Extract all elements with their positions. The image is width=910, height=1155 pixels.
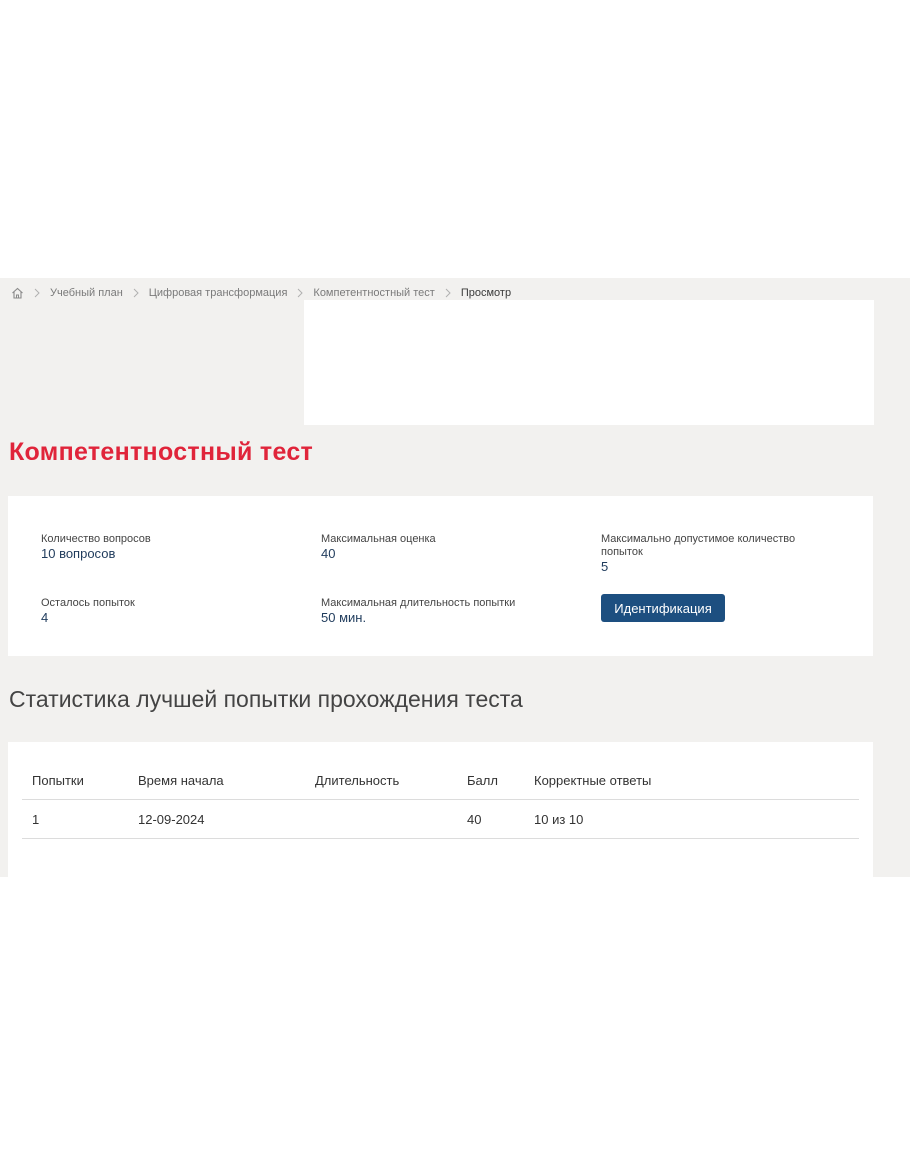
questions-count-value: 10 вопросов (41, 546, 116, 561)
breadcrumb: Учебный план Цифровая трансформация Комп… (11, 286, 511, 300)
cell-start-time: 12-09-2024 (128, 799, 305, 839)
cell-correct-answers: 10 из 10 (524, 799, 859, 839)
table-header-row: Попытки Время начала Длительность Балл К… (22, 762, 859, 800)
column-header-start-time: Время начала (128, 762, 305, 800)
table-row: 1 12-09-2024 40 10 из 10 (22, 799, 859, 839)
column-header-attempts: Попытки (22, 762, 128, 800)
breadcrumb-current: Просмотр (460, 287, 512, 299)
max-duration-label: Максимальная длительность попытки (321, 597, 516, 609)
attempts-left: Осталось попыток 4 (41, 597, 135, 625)
max-attempts: Максимально допустимое количество попыто… (601, 533, 811, 574)
test-info-card: Количество вопросов 10 вопросов Максимал… (8, 496, 873, 656)
breadcrumb-item-competency-test[interactable]: Компетентностный тест (313, 287, 434, 299)
chevron-right-icon (298, 288, 304, 298)
identification-button[interactable]: Идентификация (601, 594, 725, 622)
stats-title: Статистика лучшей попытки прохождения те… (9, 686, 523, 712)
blank-panel (304, 300, 874, 425)
page-title: Компетентностный тест (9, 438, 314, 466)
cell-score: 40 (457, 799, 524, 839)
max-score-label: Максимальная оценка (321, 533, 436, 545)
questions-count: Количество вопросов 10 вопросов (41, 533, 151, 561)
breadcrumb-item-digital-transformation[interactable]: Цифровая трансформация (149, 287, 288, 299)
stats-card: Попытки Время начала Длительность Балл К… (8, 742, 873, 877)
max-score: Максимальная оценка 40 (321, 533, 436, 561)
stats-table: Попытки Время начала Длительность Балл К… (22, 762, 859, 839)
attempts-left-value: 4 (41, 610, 49, 625)
attempts-left-label: Осталось попыток (41, 597, 135, 609)
chevron-right-icon (133, 288, 139, 298)
cell-duration (305, 799, 457, 839)
max-duration-value: 50 мин. (321, 610, 367, 625)
chevron-right-icon (445, 288, 451, 298)
max-score-value: 40 (321, 546, 336, 561)
questions-count-label: Количество вопросов (41, 533, 151, 545)
screenshot-area: Учебный план Цифровая трансформация Комп… (0, 278, 910, 877)
column-header-correct-answers: Корректные ответы (524, 762, 859, 800)
chevron-right-icon (34, 288, 40, 298)
column-header-score: Балл (457, 762, 524, 800)
cell-attempt: 1 (22, 799, 128, 839)
max-duration: Максимальная длительность попытки 50 мин… (321, 597, 515, 625)
home-icon[interactable] (11, 287, 24, 299)
column-header-duration: Длительность (305, 762, 457, 800)
max-attempts-label: Максимально допустимое количество попыто… (601, 533, 796, 558)
max-attempts-value: 5 (601, 559, 609, 574)
breadcrumb-item-curriculum[interactable]: Учебный план (50, 287, 123, 299)
